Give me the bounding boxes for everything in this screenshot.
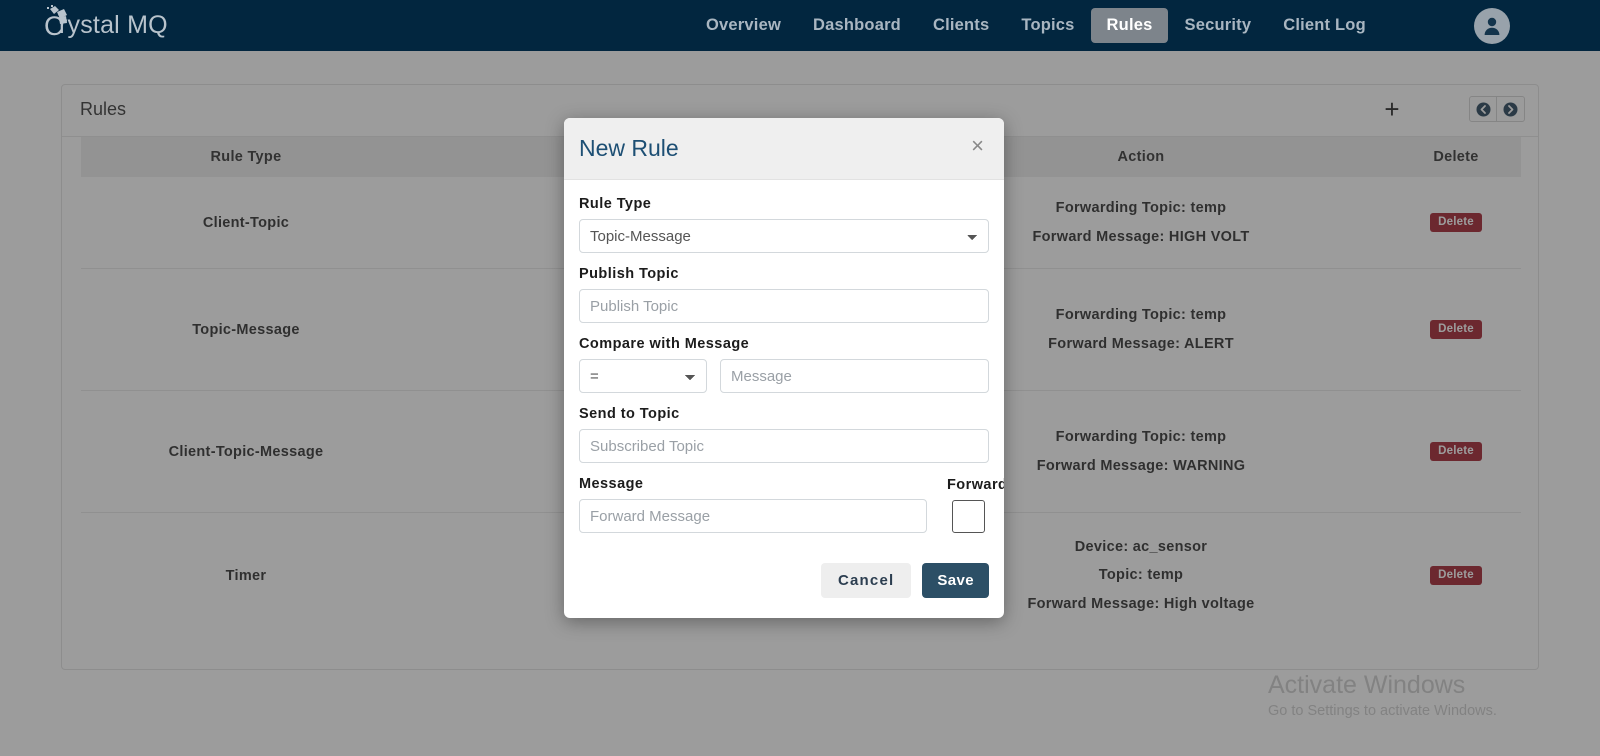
nav-links: Overview Dashboard Clients Topics Rules … bbox=[690, 0, 1382, 51]
crystal-gem-icon: C bbox=[42, 4, 72, 43]
label-send-to-topic: Send to Topic bbox=[579, 406, 680, 422]
label-rule-type: Rule Type bbox=[579, 196, 652, 212]
nav-item-dashboard[interactable]: Dashboard bbox=[797, 8, 917, 43]
field-rule-type: Rule Type Topic-Message bbox=[579, 196, 989, 253]
send-to-topic-input[interactable] bbox=[579, 429, 989, 463]
nav-item-topics[interactable]: Topics bbox=[1005, 8, 1090, 43]
compare-operator-select[interactable]: = bbox=[579, 359, 707, 393]
modal-body: Rule Type Topic-Message Publish Topic Co… bbox=[564, 180, 1004, 533]
close-icon[interactable]: × bbox=[965, 134, 990, 158]
field-publish-topic: Publish Topic bbox=[579, 266, 989, 323]
label-publish-topic: Publish Topic bbox=[579, 266, 679, 282]
label-forward: Forward bbox=[947, 477, 1004, 493]
nav-item-security[interactable]: Security bbox=[1168, 8, 1267, 43]
rule-type-select[interactable]: Topic-Message bbox=[579, 219, 989, 253]
label-message: Message bbox=[579, 476, 644, 492]
new-rule-modal: New Rule × Rule Type Topic-Message Publi… bbox=[564, 118, 1004, 618]
modal-title: New Rule bbox=[579, 135, 679, 161]
svg-text:C: C bbox=[44, 11, 64, 41]
field-message-forward: Message Forward bbox=[579, 476, 1004, 533]
nav-item-client-log[interactable]: Client Log bbox=[1267, 8, 1382, 43]
nav-item-clients[interactable]: Clients bbox=[917, 8, 1005, 43]
field-message: Message bbox=[579, 476, 927, 533]
field-send-to-topic: Send to Topic bbox=[579, 406, 989, 463]
forward-checkbox[interactable] bbox=[951, 500, 985, 533]
nav-item-overview[interactable]: Overview bbox=[690, 8, 797, 43]
modal-header: New Rule × bbox=[564, 118, 1004, 180]
top-navbar: C rystal MQ Overview Dashboard Clients T… bbox=[0, 0, 1600, 51]
compare-message-input[interactable] bbox=[720, 359, 989, 393]
nav-item-rules[interactable]: Rules bbox=[1090, 8, 1169, 43]
modal-footer: Cancel Save bbox=[564, 546, 1004, 618]
field-forward: Forward bbox=[947, 477, 1004, 533]
publish-topic-input[interactable] bbox=[579, 289, 989, 323]
forward-message-input[interactable] bbox=[579, 499, 927, 533]
cancel-button[interactable]: Cancel bbox=[820, 563, 912, 598]
brand-name: rystal MQ bbox=[59, 11, 168, 39]
user-avatar-icon[interactable] bbox=[1474, 8, 1510, 44]
label-compare-with-message: Compare with Message bbox=[579, 336, 750, 352]
brand-logo-group[interactable]: C rystal MQ bbox=[42, 0, 168, 51]
save-button[interactable]: Save bbox=[922, 563, 989, 598]
field-compare-with-message: Compare with Message = bbox=[579, 336, 989, 393]
